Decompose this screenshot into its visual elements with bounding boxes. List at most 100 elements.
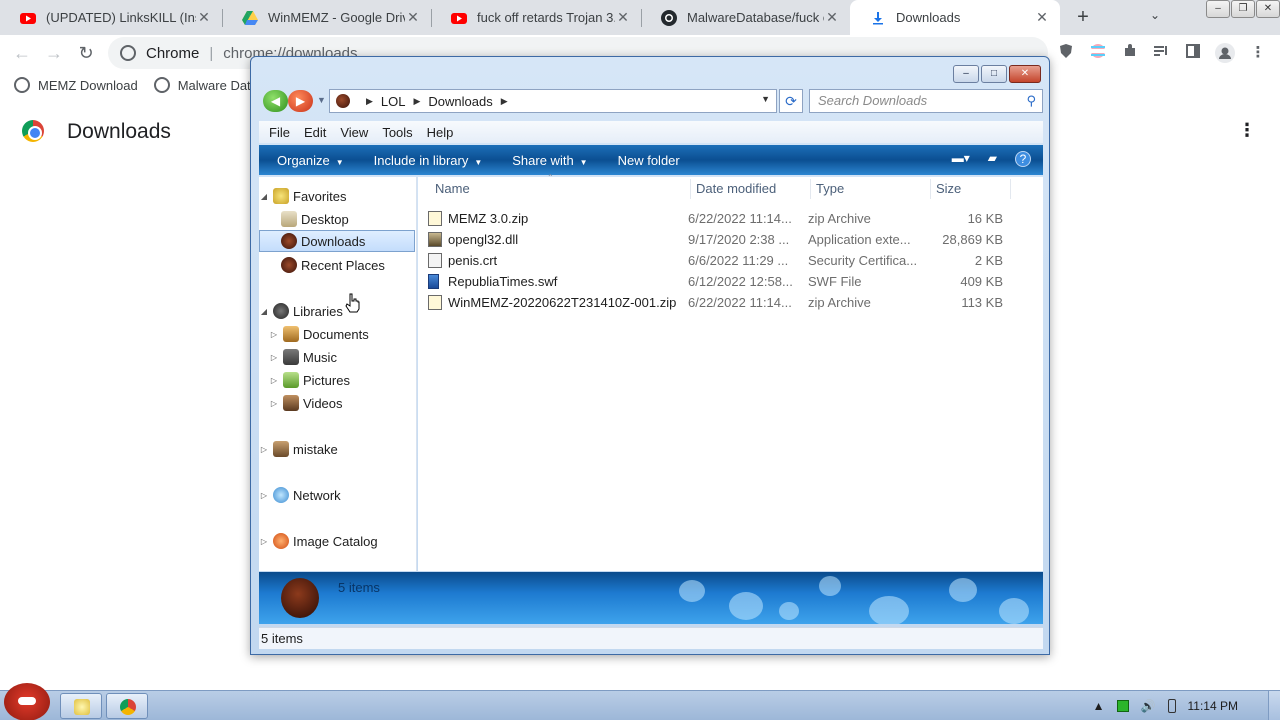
back-arrow-icon[interactable]: ◀ [263,90,288,112]
side-panel-icon[interactable] [1183,43,1203,63]
nav-favorites[interactable]: ◢ Favorites [259,185,415,207]
start-button[interactable] [4,683,50,720]
new-folder-button[interactable]: New folder [618,153,680,168]
expand-triangle-icon[interactable]: ◢ [259,192,269,201]
file-row[interactable]: opengl32.dll 9/17/2020 2:38 ... Applicat… [428,229,1003,250]
breadcrumb-arrow-icon[interactable]: ▶ [414,96,421,107]
back-arrow-icon[interactable]: ← [10,41,34,65]
nav-documents[interactable]: ▷ Documents [259,323,415,345]
nav-recent-places[interactable]: Recent Places [259,254,415,276]
network-status-icon[interactable] [1116,700,1129,712]
menu-view[interactable]: View [340,125,368,140]
status-item-count: 5 items [261,631,303,646]
explorer-close-button[interactable]: ✕ [1009,65,1041,83]
volume-icon[interactable]: 🔊 [1141,699,1156,713]
nav-downloads[interactable]: Downloads [259,230,415,252]
column-name[interactable]: Name [435,181,470,196]
breadcrumb-lol[interactable]: LOL [381,94,406,109]
flag-extension-icon[interactable] [1088,43,1108,63]
explorer-minimize-button[interactable]: – [953,65,979,83]
file-date: 9/17/2020 2:38 ... [688,232,790,247]
show-desktop-button[interactable] [1268,691,1280,720]
collapsed-triangle-icon[interactable]: ▷ [259,537,269,546]
profile-avatar-icon[interactable] [1215,43,1235,63]
nav-network[interactable]: ▷ Network [259,484,415,506]
extensions-puzzle-icon[interactable] [1120,43,1140,63]
breadcrumb-downloads[interactable]: Downloads [428,94,492,109]
collapsed-triangle-icon[interactable]: ▷ [269,353,279,362]
search-input[interactable]: Search Downloads ⚲ [809,89,1043,113]
nav-image-catalog[interactable]: ▷ Image Catalog [259,530,415,552]
tab-close-icon[interactable]: ✕ [615,9,631,26]
menu-tools[interactable]: Tools [382,125,412,140]
file-row[interactable]: RepubliaTimes.swf 6/12/2022 12:58... SWF… [428,271,1003,292]
nav-pictures[interactable]: ▷ Pictures [259,369,415,391]
recent-pages-chevron-down-icon[interactable]: ▼ [317,95,326,105]
star-icon [273,188,289,204]
organize-button[interactable]: Organize ▼ [277,153,344,168]
file-row[interactable]: MEMZ 3.0.zip 6/22/2022 11:14... zip Arch… [428,208,1003,229]
change-view-icon[interactable]: ▬▾ [952,151,970,167]
menu-help[interactable]: Help [427,125,454,140]
explorer-maximize-button[interactable]: □ [981,65,1007,83]
preview-pane-icon[interactable]: ▰ [988,151,997,167]
bookmark-memz-download[interactable]: MEMZ Download [14,77,138,93]
collapsed-triangle-icon[interactable]: ▷ [259,445,269,454]
file-type: zip Archive [808,295,871,310]
tab-downloads[interactable]: Downloads ✕ [850,0,1060,35]
column-size[interactable]: Size [936,181,961,196]
collapsed-triangle-icon[interactable]: ▷ [269,376,279,385]
collapsed-triangle-icon[interactable]: ▷ [269,399,279,408]
shield-extension-icon[interactable] [1056,43,1076,63]
file-row[interactable]: WinMEMZ-20220622T231410Z-001.zip 6/22/20… [428,292,1003,313]
window-minimize-button[interactable]: – [1206,0,1230,18]
tab-close-icon[interactable]: ✕ [1034,9,1050,26]
window-close-button[interactable]: ✕ [1256,0,1280,18]
file-row[interactable]: penis.crt 6/6/2022 11:29 ... Security Ce… [428,250,1003,271]
media-queue-icon[interactable] [1151,43,1171,63]
collapsed-triangle-icon[interactable]: ▷ [269,330,279,339]
taskbar-explorer-button[interactable] [60,693,102,719]
column-type[interactable]: Type [816,181,844,196]
tab-linkskill[interactable]: (UPDATED) LinksKILL (Ins ✕ [0,0,222,35]
nav-libraries[interactable]: ◢ Libraries [259,300,415,322]
reload-icon[interactable]: ↻ [74,41,98,65]
tab-close-icon[interactable]: ✕ [824,9,840,26]
help-icon[interactable]: ? [1015,151,1031,167]
page-menu-icon[interactable]: ⋮ [1238,120,1256,141]
tab-close-icon[interactable]: ✕ [196,9,212,26]
chrome-menu-icon[interactable]: ⋮ [1248,43,1268,63]
column-date-modified[interactable]: Date modified [696,181,776,196]
address-history-chevron-down-icon[interactable]: ▼ [761,94,770,104]
collapsed-triangle-icon[interactable]: ▷ [259,491,269,500]
explorer-address-bar[interactable]: ▶ LOL ▶ Downloads ▶ ▼ [329,89,777,113]
bookmark-malware-database[interactable]: Malware Dat [153,77,251,93]
refresh-icon[interactable]: ⟳ [779,89,803,113]
breadcrumb-arrow-icon[interactable]: ▶ [366,96,373,107]
nav-mistake[interactable]: ▷ mistake [259,438,415,460]
tab-search-chevron-down-icon[interactable]: ⌄ [1150,8,1160,22]
share-with-button[interactable]: Share with ▼ [512,153,587,168]
clock[interactable]: 11:14 PM [1188,699,1238,713]
expand-triangle-icon[interactable]: ◢ [259,307,269,316]
search-icon[interactable]: ⚲ [1026,90,1036,112]
forward-arrow-icon[interactable]: ▶ [288,90,313,112]
breadcrumb-arrow-icon[interactable]: ▶ [501,96,508,107]
menu-edit[interactable]: Edit [304,125,326,140]
device-icon[interactable] [1167,699,1176,713]
include-in-library-button[interactable]: Include in library ▼ [374,153,483,168]
new-tab-button[interactable]: + [1072,6,1094,28]
nav-music[interactable]: ▷ Music [259,346,415,368]
taskbar-chrome-button[interactable] [106,693,148,719]
window-restore-button[interactable]: ❐ [1231,0,1255,18]
tab-trojan-video[interactable]: fuck off retards Trojan 3.0 ✕ [431,0,641,35]
explorer-address-row: ◀ ▶ ▼ ▶ LOL ▶ Downloads ▶ ▼ ⟳ Search Dow… [261,89,1043,113]
nav-videos[interactable]: ▷ Videos [259,392,415,414]
tab-close-icon[interactable]: ✕ [405,9,421,26]
tray-expand-icon[interactable]: ▲ [1093,699,1105,713]
forward-arrow-icon[interactable]: → [42,41,66,65]
menu-file[interactable]: File [269,125,290,140]
tab-winmemz-drive[interactable]: WinMEMZ - Google Drive ✕ [222,0,431,35]
tab-malware-database[interactable]: MalwareDatabase/fuck of ✕ [641,0,850,35]
nav-desktop[interactable]: Desktop [259,208,415,230]
